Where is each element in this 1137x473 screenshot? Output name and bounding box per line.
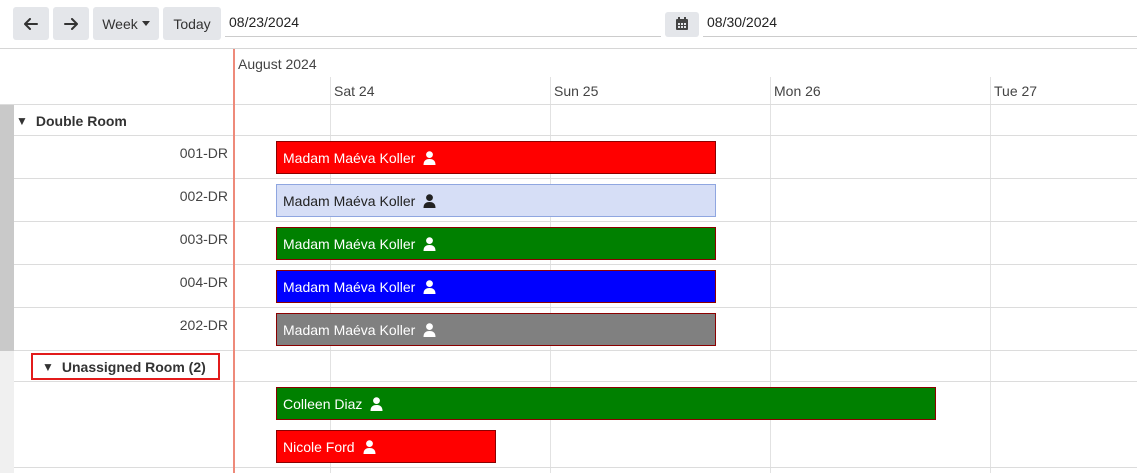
- user-icon: [423, 279, 436, 294]
- user-icon: [370, 396, 383, 411]
- booking-guest-name: Colleen Diaz: [283, 395, 363, 412]
- triangle-down-icon: ▼: [42, 360, 54, 374]
- row-divider: [14, 307, 1137, 308]
- prev-button[interactable]: [13, 7, 49, 40]
- booking-guest-name: Nicole Ford: [283, 438, 355, 455]
- user-icon: [423, 150, 436, 165]
- start-date-input[interactable]: 08/23/2024: [225, 7, 661, 37]
- current-time-line: [233, 49, 235, 473]
- booking-guest-name: Madam Maéva Koller: [283, 192, 416, 209]
- booking-bar[interactable]: Nicole Ford: [276, 430, 496, 463]
- calendar-icon: [676, 16, 688, 33]
- booking-guest-name: Madam Maéva Koller: [283, 235, 416, 252]
- room-label: 202-DR: [179, 317, 228, 333]
- user-icon: [423, 322, 436, 337]
- end-date-value: 08/30/2024: [707, 13, 778, 30]
- booking-guest-name: Madam Maéva Koller: [283, 321, 416, 338]
- booking-bar[interactable]: Madam Maéva Koller: [276, 184, 716, 217]
- booking-guest-name: Madam Maéva Koller: [283, 278, 416, 295]
- row-divider: [0, 104, 1137, 105]
- next-button[interactable]: [53, 7, 89, 40]
- view-mode-dropdown[interactable]: Week: [93, 7, 159, 40]
- user-icon: [423, 236, 436, 251]
- start-date-value: 08/23/2024: [229, 13, 300, 30]
- month-label: August 2024: [238, 56, 317, 72]
- booking-bar[interactable]: Colleen Diaz: [276, 387, 936, 420]
- triangle-down-icon: ▼: [16, 114, 28, 128]
- gutter: [0, 351, 14, 473]
- room-label: 001-DR: [179, 145, 228, 161]
- day-label: Mon 26: [774, 83, 821, 99]
- user-icon: [423, 193, 436, 208]
- row-divider: [14, 264, 1137, 265]
- row-divider: [14, 381, 1137, 382]
- row-divider: [14, 178, 1137, 179]
- room-label: 002-DR: [179, 188, 228, 204]
- row-divider: [14, 221, 1137, 222]
- row-divider: [14, 135, 1137, 136]
- caret-down-icon: [141, 21, 150, 26]
- row-divider: [0, 350, 1137, 351]
- view-mode-label: Week: [102, 15, 138, 32]
- room-label: 003-DR: [179, 231, 228, 247]
- group-title: Unassigned Room (2): [61, 359, 206, 375]
- toolbar: Week Today 08/23/2024 08/30/2024: [0, 0, 1137, 48]
- day-label: Sat 24: [334, 83, 375, 99]
- booking-bar[interactable]: Madam Maéva Koller: [276, 270, 716, 303]
- booking-bar[interactable]: Madam Maéva Koller: [276, 141, 716, 174]
- row-divider: [14, 467, 1137, 468]
- arrow-right-icon: [64, 17, 78, 30]
- user-icon: [363, 439, 376, 454]
- day-label: Sun 25: [554, 83, 599, 99]
- group-header-double-room[interactable]: ▼ Double Room: [16, 113, 127, 129]
- grid-line: [990, 77, 991, 473]
- calendar-button[interactable]: [665, 12, 699, 37]
- booking-bar[interactable]: Madam Maéva Koller: [276, 313, 716, 346]
- arrow-left-icon: [24, 17, 38, 30]
- group-header-unassigned-room[interactable]: ▼ Unassigned Room (2): [42, 359, 206, 375]
- booking-guest-name: Madam Maéva Koller: [283, 149, 416, 166]
- today-label: Today: [173, 15, 211, 32]
- today-button[interactable]: Today: [163, 7, 221, 40]
- room-label: 004-DR: [179, 274, 228, 290]
- end-date-input[interactable]: 08/30/2024: [703, 7, 1137, 37]
- timeline-header: August 2024 Sat 24 Sun 25 Mon 26 Tue 27: [0, 49, 1137, 105]
- day-label: Tue 27: [994, 83, 1038, 99]
- booking-bar[interactable]: Madam Maéva Koller: [276, 227, 716, 260]
- vertical-scrollbar[interactable]: [0, 105, 14, 351]
- group-title: Double Room: [35, 113, 127, 129]
